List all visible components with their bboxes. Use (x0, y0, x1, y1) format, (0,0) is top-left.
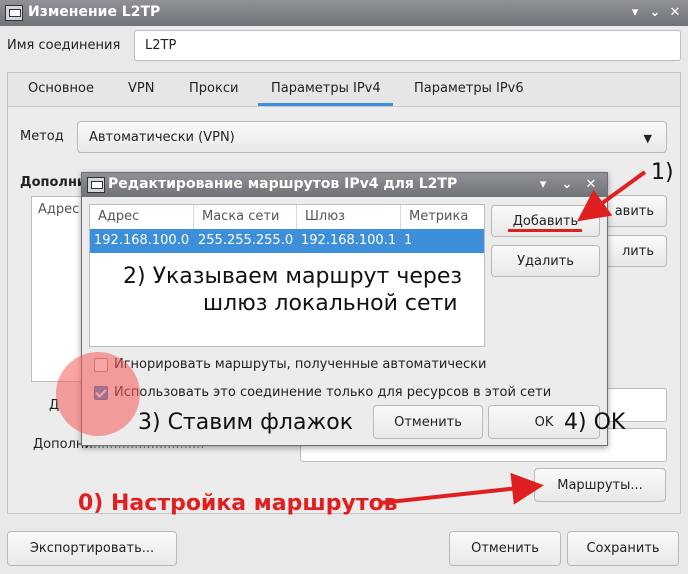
arrow-to-add-button (577, 170, 647, 222)
annotation-arrows (379, 170, 647, 505)
arrow-to-routes-button (379, 472, 544, 505)
